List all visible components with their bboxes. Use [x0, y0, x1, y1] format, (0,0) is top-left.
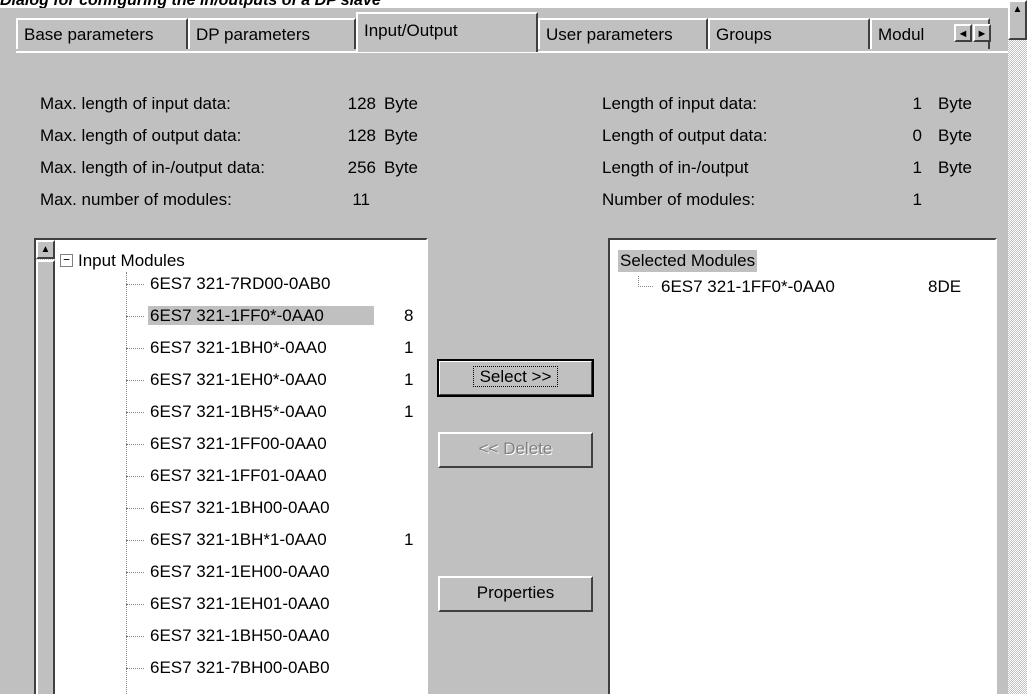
scroll-up-icon[interactable]: ▲ — [36, 240, 55, 259]
tree-item-label: 6ES7 321-1FF00-0AA0 — [150, 434, 327, 453]
tree-item-label: 6ES7 321-1BH5*-0AA0 — [150, 402, 327, 421]
param-unit: Byte — [384, 158, 419, 177]
tree-item[interactable]: 6ES7 321-1BH5*-0AA0 1 — [126, 400, 413, 424]
tree-item[interactable]: 6ES7 321-1FF00-0AA0 — [126, 432, 329, 456]
param-label: Max. length of output data: — [40, 126, 242, 145]
tree-root-input-modules[interactable]: Input Modules — [78, 250, 185, 272]
tree-item-label: 6ES7 321-7RD00-0AB0 — [150, 274, 331, 293]
tree-item-code: 1 — [404, 338, 414, 357]
tree-item-label: 6ES7 321-1BH50-0AA0 — [150, 626, 330, 645]
delete-button[interactable]: << Delete — [438, 432, 593, 468]
tree-item[interactable]: 6ES7 321-1FF01-0AA0 — [126, 464, 329, 488]
selected-modules-list[interactable]: Selected Modules 6ES7 321-1FF0*-0AA0 8DE — [608, 238, 997, 694]
collapse-icon[interactable]: − — [60, 254, 73, 267]
param-value: 128 — [347, 94, 376, 113]
selected-modules-title[interactable]: Selected Modules — [618, 250, 758, 272]
tree-item[interactable]: 6ES7 321-1BH50-0AA0 — [126, 624, 332, 648]
param-value: 1 — [912, 94, 922, 113]
tab-groups[interactable]: Groups — [708, 18, 870, 49]
tab-dp-parameters[interactable]: DP parameters — [188, 18, 356, 49]
tab-user-parameters[interactable]: User parameters — [538, 18, 708, 49]
tree-item-label: 6ES7 321-1EH0*-0AA0 — [150, 370, 327, 389]
param-label: Max. length of in-/output data: — [40, 158, 265, 177]
tree-item-code: 1 — [404, 530, 414, 549]
param-label: Max. number of modules: — [40, 190, 232, 209]
param-unit: Byte — [384, 126, 419, 145]
tab-base-parameters[interactable]: Base parameters — [16, 18, 188, 49]
dp-slave-dialog: Base parameters DP parameters Input/Outp… — [0, 8, 1008, 694]
tree-item[interactable]: 6ES7 321-1EH00-0AA0 — [126, 560, 332, 584]
tree-item[interactable]: 6ES7 321-1BH0*-0AA0 1 — [126, 336, 413, 360]
param-value: 256 — [347, 158, 376, 177]
tab-scroll-left-icon[interactable]: ◄ — [954, 24, 972, 42]
tree-item-label: 6ES7 321-7BH00-0AB0 — [150, 658, 330, 677]
tree-item-label: 6ES7 321-1BH*1-0AA0 — [150, 530, 327, 549]
tree-item[interactable]: 6ES7 321-1EH01-0AA0 — [126, 592, 332, 616]
param-unit: Byte — [938, 126, 973, 145]
param-unit: Byte — [938, 158, 973, 177]
tree-item-code: 1 — [404, 370, 414, 389]
tree-item-label: 6ES7 321-1FF0*-0AA0 — [148, 306, 374, 325]
tree-item[interactable]: 6ES7 321-7BH00-0AB0 — [126, 656, 332, 680]
select-button[interactable]: Select >> — [437, 359, 594, 397]
tree-item[interactable]: 6ES7 321-1EH0*-0AA0 1 — [126, 368, 413, 392]
tree-item-label: 6ES7 321-1EH01-0AA0 — [150, 594, 330, 613]
selected-module-item[interactable]: 6ES7 321-1FF0*-0AA0 8DE — [638, 276, 961, 298]
tree-item-label: 6ES7 321-1FF01-0AA0 — [150, 466, 327, 485]
selected-module-code: 8DE — [928, 277, 962, 296]
module-tree[interactable]: ▲ − Input Modules 6ES7 321-7RD00-0AB0 6E… — [34, 238, 428, 694]
tree-item[interactable]: 6ES7 321-7RD00-0AB0 — [126, 272, 333, 296]
select-button-label: Select >> — [472, 366, 559, 387]
outer-scrollbar[interactable]: ▲ — [1008, 0, 1027, 694]
param-label: Number of modules: — [602, 190, 756, 209]
param-label: Length of input data: — [602, 94, 758, 113]
tree-item-selected[interactable]: 6ES7 321-1FF0*-0AA0 8 — [126, 304, 413, 328]
selected-module-label: 6ES7 321-1FF0*-0AA0 — [661, 277, 835, 296]
outer-scroll-up-icon[interactable]: ▲ — [1008, 0, 1027, 40]
param-value: 0 — [912, 126, 922, 145]
param-label: Max. length of input data: — [40, 94, 231, 113]
tree-item-code: 8 — [404, 306, 414, 325]
param-unit: Byte — [384, 94, 419, 113]
tab-modules[interactable]: Modul — [870, 18, 990, 49]
tree-item-label: 6ES7 321-1BH00-0AA0 — [150, 498, 330, 517]
properties-button[interactable]: Properties — [438, 576, 593, 612]
tree-item-label: 6ES7 321-1EH00-0AA0 — [150, 562, 330, 581]
tree-item-code: 1 — [404, 402, 414, 421]
param-value: 1 — [912, 158, 922, 177]
param-value: 128 — [347, 126, 376, 145]
tree-item[interactable]: 6ES7 321-1BH00-0AA0 — [126, 496, 332, 520]
scroll-thumb[interactable] — [36, 260, 55, 694]
tab-input-output[interactable]: Input/Output — [356, 12, 538, 52]
param-label: Length of in-/output — [602, 158, 749, 177]
param-label: Length of output data: — [602, 126, 768, 145]
param-value: 1 — [912, 190, 922, 209]
tab-scroll-right-icon[interactable]: ► — [973, 24, 991, 42]
tree-scrollbar[interactable]: ▲ — [36, 240, 55, 694]
param-value: 11 — [352, 190, 370, 209]
tree-item-label: 6ES7 321-1BH0*-0AA0 — [150, 338, 327, 357]
tree-item[interactable]: 6ES7 321-1BH*1-0AA0 1 — [126, 528, 413, 552]
param-unit: Byte — [938, 94, 973, 113]
